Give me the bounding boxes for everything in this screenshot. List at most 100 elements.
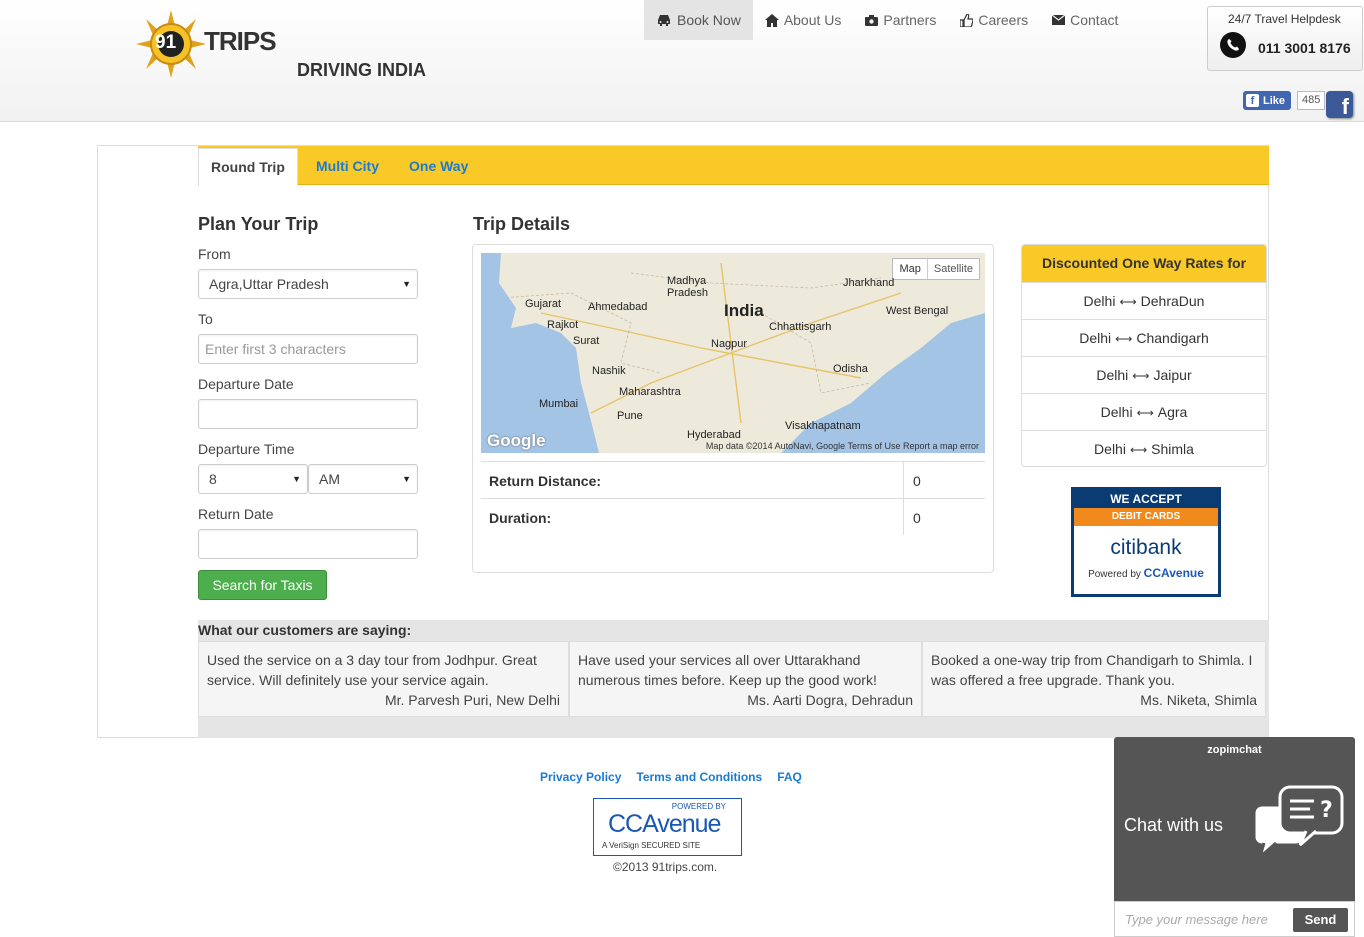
- map-label: Chhattisgarh: [769, 321, 832, 333]
- ccavenue-secure-badge[interactable]: POWERED BY CCAvenue A VeriSign SECURED S…: [593, 798, 742, 856]
- nav-contact[interactable]: Contact: [1040, 0, 1130, 40]
- testimonial-author: Ms. Aarti Dogra, Dehradun: [747, 692, 913, 708]
- departure-ampm-select[interactable]: AM ▼: [308, 464, 418, 494]
- nav-label: Book Now: [677, 12, 741, 28]
- testimonial-text: Have used your services all over Uttarak…: [578, 652, 877, 688]
- dropdown-arrow-icon: ▼: [292, 474, 301, 484]
- helpdesk-phone-number[interactable]: 011 3001 8176: [1258, 40, 1351, 56]
- map-label: Visakhapatnam: [785, 420, 861, 432]
- rate-route-item[interactable]: Delhi ⟷ Agra: [1022, 393, 1266, 430]
- route-from: Delhi: [1096, 367, 1129, 383]
- rate-route-item[interactable]: Delhi ⟷ Shimla: [1022, 430, 1266, 467]
- route-from: Delhi: [1079, 330, 1112, 346]
- map-label: Surat: [573, 335, 600, 347]
- map-label: Hyderabad: [687, 429, 741, 441]
- rate-route-item[interactable]: Delhi ⟷ DehraDun: [1022, 282, 1266, 319]
- map-label: India: [724, 301, 764, 320]
- ampm-value: AM: [319, 471, 340, 487]
- departure-date-label: Departure Date: [198, 376, 294, 392]
- site-header: 91 TRIPS DRIVING INDIA Book Now About Us…: [0, 0, 1364, 122]
- return-date-input[interactable]: [198, 529, 418, 559]
- faq-link[interactable]: FAQ: [777, 770, 802, 784]
- citibank-debit-card-ad[interactable]: WE ACCEPT DEBIT CARDS citibank Powered b…: [1071, 487, 1221, 597]
- testimonial-author: Mr. Parvesh Puri, New Delhi: [384, 692, 560, 708]
- map-label: Jharkhand: [843, 277, 895, 289]
- duration-row: Duration: 0: [481, 498, 985, 535]
- return-distance-label: Return Distance:: [489, 473, 602, 489]
- chat-widget[interactable]: zopimchat Chat with us ? Type your messa…: [1114, 737, 1355, 937]
- nav-careers[interactable]: Careers: [948, 0, 1040, 40]
- to-label: To: [198, 311, 213, 327]
- tab-round-trip[interactable]: Round Trip: [198, 148, 298, 186]
- map-attribution[interactable]: Map data ©2014 AutoNavi, Google Terms of…: [706, 441, 979, 451]
- trip-details-box: Map Satellite Madhya Pradesh Jharkhand G…: [472, 244, 994, 573]
- double-arrow-icon: ⟷: [1136, 406, 1154, 420]
- camera-icon: [865, 14, 879, 26]
- map-label: Nashik: [592, 365, 626, 377]
- badge-secure: A VeriSign SECURED SITE: [602, 841, 701, 850]
- testimonial-item: Booked a one-way trip from Chandigarh to…: [922, 641, 1266, 717]
- tab-multi-city[interactable]: Multi City: [304, 148, 391, 186]
- testimonial-text: Used the service on a 3 day tour from Jo…: [207, 652, 537, 688]
- route-to: Shimla: [1151, 441, 1194, 457]
- ad-line2: DEBIT CARDS: [1074, 508, 1218, 526]
- chat-message-input[interactable]: Type your message here Send: [1114, 901, 1355, 937]
- route-to: Chandigarh: [1136, 330, 1209, 346]
- chat-bubble-icon: ?: [1252, 785, 1344, 862]
- departure-date-input[interactable]: [198, 399, 418, 429]
- home-icon: [764, 13, 779, 27]
- nav-about-us[interactable]: About Us: [753, 0, 854, 40]
- to-input[interactable]: Enter first 3 characters: [198, 334, 418, 364]
- route-from: Delhi: [1094, 441, 1126, 457]
- helpdesk-title: 24/7 Travel Helpdesk: [1228, 12, 1341, 26]
- facebook-like-count: 485: [1297, 91, 1326, 110]
- map-label: Madhya Pradesh: [667, 275, 708, 299]
- discounted-rates-title: Discounted One Way Rates for: [1022, 245, 1266, 282]
- double-arrow-icon: ⟷: [1129, 443, 1148, 457]
- departure-hour-select[interactable]: 8 ▼: [198, 464, 308, 494]
- nav-book-now[interactable]: Book Now: [644, 0, 753, 40]
- terms-link[interactable]: Terms and Conditions: [636, 770, 762, 784]
- tab-one-way[interactable]: One Way: [397, 148, 480, 186]
- privacy-policy-link[interactable]: Privacy Policy: [540, 770, 621, 784]
- copyright-text: ©2013 91trips.com.: [613, 860, 718, 874]
- svg-text:?: ?: [1320, 798, 1333, 823]
- ad-powered-label: Powered by: [1088, 569, 1141, 580]
- facebook-like-button[interactable]: f Like: [1243, 91, 1291, 110]
- map-label: Maharashtra: [619, 386, 681, 398]
- main-nav: Book Now About Us Partners Careers Conta…: [644, 0, 1130, 40]
- nav-label: Careers: [978, 12, 1029, 28]
- chat-label: Chat with us: [1124, 815, 1224, 835]
- site-tagline: DRIVING INDIA: [297, 60, 427, 80]
- nav-partners[interactable]: Partners: [853, 0, 948, 40]
- logo-number: 91: [155, 32, 177, 53]
- search-taxis-button[interactable]: Search for Taxis: [198, 570, 327, 600]
- rate-route-item[interactable]: Delhi ⟷ Chandigarh: [1022, 319, 1266, 356]
- from-select[interactable]: Agra,Uttar Pradesh ▼: [198, 269, 418, 299]
- double-arrow-icon: ⟷: [1119, 295, 1137, 309]
- row-divider: [903, 499, 904, 535]
- rate-route-item[interactable]: Delhi ⟷ Jaipur: [1022, 356, 1266, 393]
- map-label: Rajkot: [547, 319, 579, 331]
- chat-brand: zopimchat: [1207, 744, 1262, 756]
- testimonial-item: Have used your services all over Uttarak…: [569, 641, 922, 717]
- testimonial-text: Booked a one-way trip from Chandigarh to…: [931, 652, 1253, 688]
- booking-panel: Round Trip Multi City One Way Plan Your …: [97, 145, 1269, 738]
- chat-send-button[interactable]: Send: [1293, 908, 1348, 932]
- duration-label: Duration:: [489, 510, 552, 526]
- helpdesk-box: 24/7 Travel Helpdesk 011 3001 8176: [1207, 6, 1363, 71]
- return-distance-row: Return Distance: 0: [481, 461, 985, 498]
- ad-powered-by: Powered by CCAvenue: [1074, 566, 1218, 580]
- map-type-satellite-button[interactable]: Satellite: [926, 259, 979, 279]
- return-distance-value: 0: [913, 473, 921, 489]
- chat-input-placeholder: Type your message here: [1125, 912, 1268, 927]
- ad-line1: WE ACCEPT: [1074, 490, 1218, 508]
- facebook-icon[interactable]: f: [1326, 91, 1353, 119]
- nav-label: Partners: [883, 12, 937, 28]
- route-map[interactable]: Map Satellite Madhya Pradesh Jharkhand G…: [481, 253, 985, 453]
- route-to: Agra: [1157, 404, 1188, 420]
- map-type-control: Map Satellite: [892, 258, 980, 280]
- from-label: From: [198, 246, 231, 262]
- map-type-map-button[interactable]: Map: [893, 259, 926, 279]
- nav-label: Contact: [1070, 12, 1119, 28]
